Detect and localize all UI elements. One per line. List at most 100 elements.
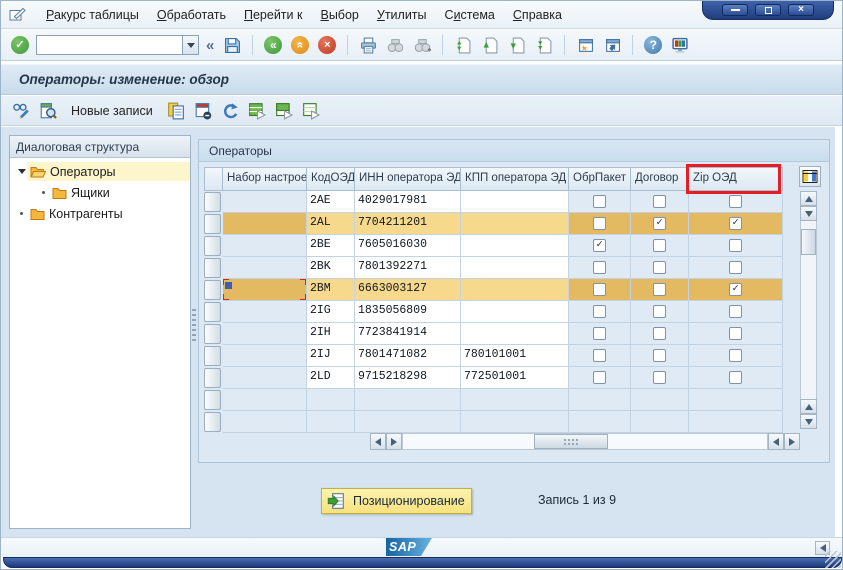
checkbox-dogovor[interactable] <box>653 349 666 362</box>
tree-item-ящики[interactable]: Ящики <box>10 182 190 203</box>
cell-kpp[interactable]: 780101001 <box>461 345 569 367</box>
cell-kod-oed[interactable]: 2AE <box>307 191 355 213</box>
row-selector[interactable] <box>204 302 221 322</box>
delete-row-icon[interactable] <box>193 101 213 121</box>
cell-kpp[interactable] <box>461 257 569 279</box>
column-header-кпп-оператора-эд[interactable]: КПП оператора ЭД <box>461 167 569 191</box>
column-header-обрпакет[interactable]: ОбрПакет <box>569 167 631 191</box>
row-selector[interactable] <box>204 390 221 410</box>
checkbox-zip-oed[interactable] <box>729 349 742 362</box>
checkbox-zip-oed[interactable] <box>729 239 742 252</box>
scroll-down-icon[interactable] <box>800 206 817 221</box>
cell-kod-oed[interactable]: 2BM <box>307 279 355 301</box>
vertical-scroll-thumb[interactable] <box>801 229 816 255</box>
column-header-кодоэд[interactable]: КодОЭД <box>307 167 355 191</box>
table-view-menu-icon[interactable] <box>9 7 27 22</box>
table-settings-icon[interactable] <box>799 166 821 187</box>
cell-kod-oed[interactable]: 2BE <box>307 235 355 257</box>
checkbox-zip-oed[interactable] <box>729 195 742 208</box>
column-header-договор[interactable]: Договор <box>631 167 689 191</box>
menu-utilities[interactable]: Утилиты <box>368 4 436 26</box>
select-all-rows-header[interactable] <box>204 167 223 191</box>
back-icon[interactable]: « <box>262 34 284 56</box>
scroll-page-left-icon[interactable] <box>768 433 784 450</box>
copy-entries-icon[interactable] <box>166 101 186 121</box>
cell-inn[interactable]: 7723841914 <box>355 323 461 345</box>
cell-kod-oed[interactable]: 2BK <box>307 257 355 279</box>
cell-kpp[interactable] <box>461 213 569 235</box>
previous-page-icon[interactable] <box>479 34 501 56</box>
row-selector[interactable] <box>204 258 221 278</box>
checkbox-obrpaket[interactable] <box>593 217 606 230</box>
checkbox-zip-oed[interactable] <box>729 327 742 340</box>
cell-kpp[interactable] <box>461 301 569 323</box>
cell-inn[interactable]: 1835056809 <box>355 301 461 323</box>
first-page-icon[interactable] <box>452 34 474 56</box>
cell-inn[interactable]: 7801471082 <box>355 345 461 367</box>
cell-inn[interactable]: 6663003127 <box>355 279 461 301</box>
checkbox-obrpaket[interactable]: ✓ <box>593 239 606 252</box>
scroll-right-icon[interactable] <box>386 433 402 450</box>
undo-icon[interactable] <box>220 101 240 121</box>
cell-nabor-nastroek[interactable] <box>223 191 307 213</box>
row-selector[interactable] <box>204 236 221 256</box>
row-selector[interactable] <box>204 214 221 234</box>
row-selector[interactable] <box>204 368 221 388</box>
resize-grip[interactable] <box>825 551 841 568</box>
cancel-icon[interactable]: × <box>316 34 338 56</box>
menu-edit[interactable]: Обработать <box>148 4 235 26</box>
checkbox-dogovor[interactable] <box>653 239 666 252</box>
find-next-icon[interactable] <box>411 34 433 56</box>
menu-selection[interactable]: Выбор <box>311 4 367 26</box>
deselect-all-icon[interactable] <box>301 101 321 121</box>
tree-item-контрагенты[interactable]: Контрагенты <box>10 203 190 224</box>
checkbox-dogovor[interactable] <box>653 195 666 208</box>
scroll-page-down-icon[interactable] <box>800 414 817 429</box>
maximize-button[interactable] <box>755 4 781 16</box>
checkbox-obrpaket[interactable] <box>593 195 606 208</box>
column-header-набор-настроек[interactable]: Набор настроек <box>223 167 307 191</box>
close-button[interactable]: × <box>788 4 814 16</box>
cell-nabor-nastroek[interactable] <box>223 323 307 345</box>
checkbox-zip-oed[interactable] <box>729 371 742 384</box>
scroll-page-up-icon[interactable] <box>800 399 817 414</box>
row-selector[interactable] <box>204 324 221 344</box>
panel-splitter-handle[interactable] <box>192 309 196 343</box>
checkbox-obrpaket[interactable] <box>593 327 606 340</box>
scroll-left-icon[interactable] <box>370 433 386 450</box>
checkbox-obrpaket[interactable] <box>593 349 606 362</box>
cell-inn[interactable]: 4029017981 <box>355 191 461 213</box>
help-icon[interactable]: ? <box>642 34 664 56</box>
cell-nabor-nastroek[interactable] <box>223 345 307 367</box>
exit-icon[interactable]: « <box>289 34 311 56</box>
cell-nabor-nastroek[interactable] <box>223 279 307 301</box>
checkbox-dogovor[interactable] <box>653 327 666 340</box>
expand-arrow-icon[interactable] <box>16 169 27 174</box>
new-entries-button[interactable]: Новые записи <box>65 102 159 120</box>
create-shortcut-icon[interactable] <box>601 34 623 56</box>
row-selector[interactable] <box>204 412 221 432</box>
checkbox-zip-oed[interactable]: ✓ <box>729 283 742 296</box>
customize-local-layout-icon[interactable] <box>669 34 691 56</box>
display-change-icon[interactable] <box>11 101 31 121</box>
scroll-page-right-icon[interactable] <box>784 433 800 450</box>
column-header-zip-оэд[interactable]: Zip ОЭД <box>689 167 783 191</box>
checkbox-zip-oed[interactable] <box>729 261 742 274</box>
select-all-icon[interactable] <box>247 101 267 121</box>
checkbox-obrpaket[interactable] <box>593 261 606 274</box>
cell-kod-oed[interactable]: 2LD <box>307 367 355 389</box>
checkbox-obrpaket[interactable] <box>593 283 606 296</box>
checkbox-dogovor[interactable] <box>653 305 666 318</box>
cell-inn[interactable]: 9715218298 <box>355 367 461 389</box>
checkbox-obrpaket[interactable] <box>593 371 606 384</box>
checkbox-dogovor[interactable] <box>653 283 666 296</box>
cell-kpp[interactable] <box>461 191 569 213</box>
column-header-инн-оператора-эд[interactable]: ИНН оператора ЭД <box>355 167 461 191</box>
checkbox-zip-oed[interactable] <box>729 305 742 318</box>
cell-nabor-nastroek[interactable] <box>223 301 307 323</box>
menu-goto[interactable]: Перейти к <box>235 4 311 26</box>
cell-nabor-nastroek[interactable] <box>223 235 307 257</box>
cell-inn[interactable]: 7801392271 <box>355 257 461 279</box>
cell-kod-oed[interactable]: 2IH <box>307 323 355 345</box>
cell-kpp[interactable] <box>461 279 569 301</box>
